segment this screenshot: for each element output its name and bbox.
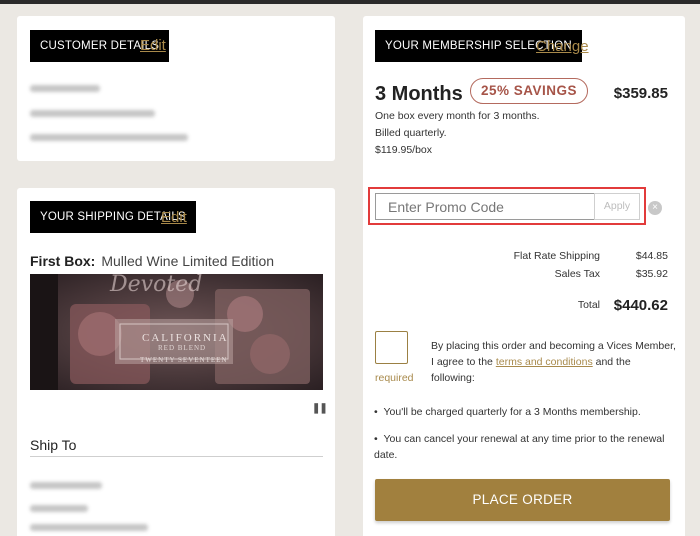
first-box-value: Mulled Wine Limited Edition bbox=[101, 253, 275, 269]
box-label-subtext: RED BLEND bbox=[158, 344, 207, 352]
terms-bullet-1-text: You'll be charged quarterly for a 3 Mont… bbox=[383, 406, 641, 418]
plan-desc-2: Billed quarterly. bbox=[375, 127, 447, 139]
box-label-text: CALIFORNIA bbox=[142, 332, 229, 344]
first-box-label: First Box: bbox=[30, 253, 96, 269]
terms-link[interactable]: terms and conditions bbox=[496, 356, 593, 368]
place-order-button[interactable]: PLACE ORDER bbox=[375, 479, 670, 521]
plan-desc-1: One box every month for 3 months. bbox=[375, 110, 540, 122]
top-bar bbox=[0, 0, 700, 4]
box-script-text: Devoted bbox=[110, 274, 203, 297]
total-label: Total bbox=[577, 299, 600, 311]
pause-icon[interactable]: ❚❚ bbox=[312, 403, 328, 414]
apply-promo-button[interactable]: Apply bbox=[594, 193, 640, 220]
membership-change-link[interactable]: Change bbox=[536, 38, 589, 55]
plan-price: $359.85 bbox=[613, 85, 668, 102]
customer-membership-redacted bbox=[30, 134, 188, 141]
sales-tax-value: $35.92 bbox=[635, 268, 668, 280]
ship-name-redacted bbox=[30, 482, 102, 489]
ship-city-redacted bbox=[30, 524, 148, 531]
ship-to-heading: Ship To bbox=[30, 437, 77, 453]
plan-name: 3 Months bbox=[375, 83, 463, 105]
plan-desc-3: $119.95/box bbox=[375, 144, 433, 156]
first-box-image: Devoted CALIFORNIA RED BLEND TWENTY SEVE… bbox=[30, 274, 323, 390]
terms-bullet-2-text: You can cancel your renewal at any time … bbox=[374, 433, 665, 461]
total-value: $440.62 bbox=[613, 297, 668, 314]
promo-code-input[interactable] bbox=[375, 193, 595, 220]
terms-bullet-2: • You can cancel your renewal at any tim… bbox=[374, 433, 665, 461]
customer-email-redacted bbox=[30, 110, 155, 117]
shipping-cost-value: $44.85 bbox=[635, 250, 668, 262]
required-label: required bbox=[375, 372, 414, 384]
ship-to-divider bbox=[30, 456, 323, 457]
terms-bullet-1: • You'll be charged quarterly for a 3 Mo… bbox=[374, 406, 641, 418]
clear-promo-icon[interactable]: × bbox=[648, 201, 662, 215]
savings-badge: 25% SAVINGS bbox=[470, 78, 589, 104]
shipping-cost-label: Flat Rate Shipping bbox=[513, 250, 600, 262]
shipping-edit-link[interactable]: Edit bbox=[161, 209, 187, 226]
customer-name-redacted bbox=[30, 85, 100, 92]
terms-agreement-text: By placing this order and becoming a Vic… bbox=[431, 338, 676, 386]
ship-street-redacted bbox=[30, 505, 88, 512]
box-label-year: TWENTY SEVENTEEN bbox=[140, 356, 228, 364]
first-box-line: First Box: Mulled Wine Limited Edition bbox=[30, 253, 274, 269]
sales-tax-label: Sales Tax bbox=[554, 268, 600, 280]
customer-edit-link[interactable]: Edit bbox=[140, 37, 166, 54]
terms-checkbox[interactable] bbox=[375, 331, 408, 364]
